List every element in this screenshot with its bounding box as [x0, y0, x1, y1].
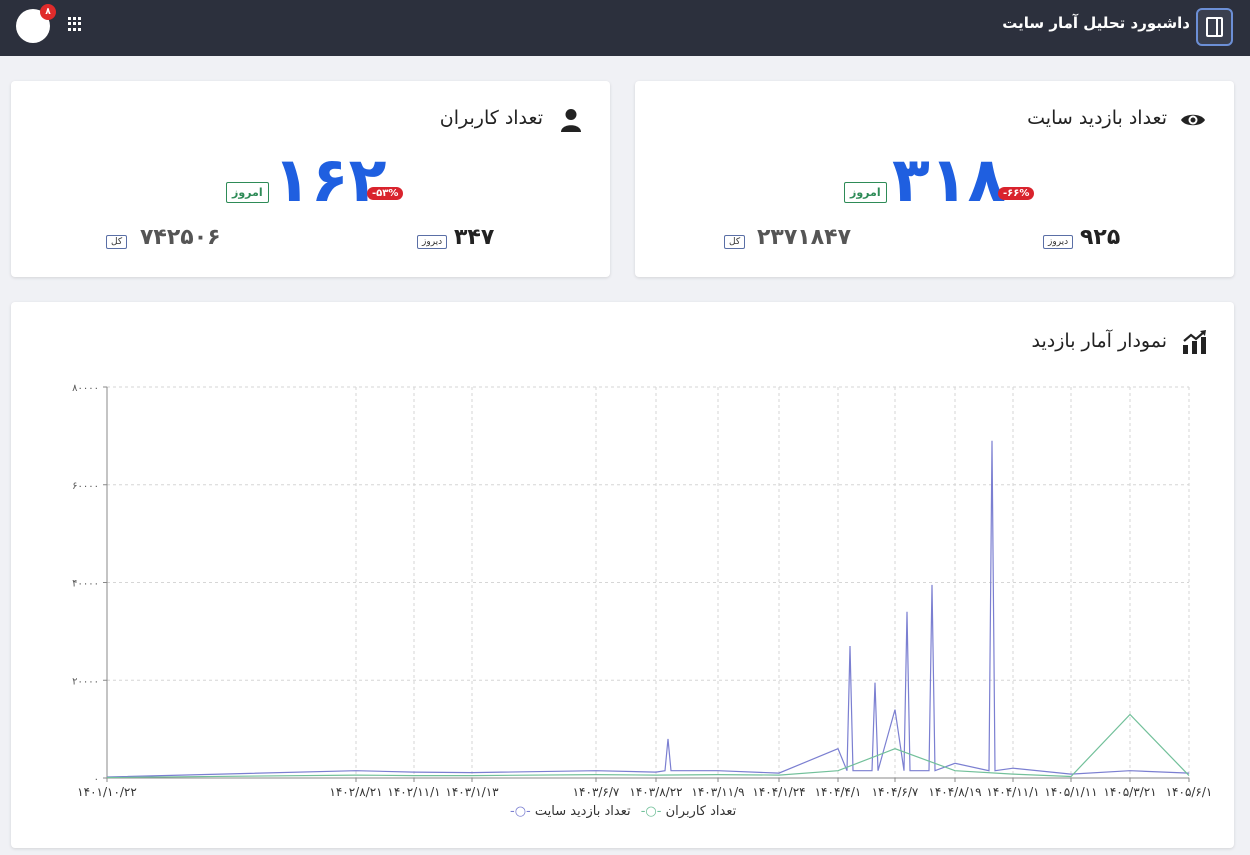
chart-legend: تعداد کاربران -○- تعداد بازدید سایت -○-	[510, 804, 736, 819]
y-tick-label: ۸۰۰۰۰	[72, 383, 99, 394]
legend-marker-users: -○-	[640, 804, 662, 819]
x-tick-label: ۱۴۰۴/۱۱/۱	[986, 785, 1039, 799]
x-tick-label: ۱۴۰۳/۱۱/۹	[691, 785, 744, 799]
x-tick-label: ۱۴۰۴/۴/۱	[815, 785, 862, 799]
x-tick-label: ۱۴۰۵/۶/۱	[1166, 785, 1213, 799]
legend-label-visits: تعداد بازدید سایت	[534, 804, 631, 819]
y-tick-label: ۶۰۰۰۰	[72, 481, 99, 492]
legend-label-users: تعداد کاربران	[665, 804, 737, 819]
x-tick-label: ۱۴۰۳/۱/۱۳	[445, 785, 499, 799]
y-tick-label: ۰	[94, 774, 99, 785]
series-line-0	[106, 440, 1190, 778]
x-tick-label: ۱۴۰۵/۱/۱۱	[1044, 785, 1097, 799]
visits-chart: ۰ ۲۰۰۰۰ ۴۰۰۰۰ ۶۰۰۰۰ ۸۰۰۰۰ ۱۴۰۱/۱۰/۲۲ ۱۴۰۲/۸/۲۱…	[72, 383, 1213, 799]
legend-item-users[interactable]: تعداد کاربران -○-	[637, 804, 737, 819]
x-tick-label: ۱۴۰۴/۶/۷	[872, 785, 919, 799]
x-tick-label: ۱۴۰۱/۱۰/۲۲	[77, 785, 137, 799]
x-tick-label: ۱۴۰۲/۸/۲۱	[329, 785, 382, 799]
legend-item-visits[interactable]: تعداد بازدید سایت -○-	[510, 804, 631, 819]
y-tick-label: ۴۰۰۰۰	[72, 579, 99, 590]
legend-marker-visits: -○-	[510, 804, 531, 819]
x-tick-label: ۱۴۰۲/۱۱/۱	[387, 785, 440, 799]
x-tick-label: ۱۴۰۵/۳/۲۱	[1103, 785, 1156, 799]
x-tick-label: ۱۴۰۳/۶/۷	[573, 785, 620, 799]
x-tick-label: ۱۴۰۴/۸/۱۹	[928, 785, 981, 799]
x-tick-label: ۱۴۰۴/۱/۲۴	[752, 785, 805, 799]
y-tick-label: ۲۰۰۰۰	[72, 676, 99, 687]
series-line-1	[106, 713, 1190, 779]
x-tick-label: ۱۴۰۳/۸/۲۲	[629, 785, 682, 799]
